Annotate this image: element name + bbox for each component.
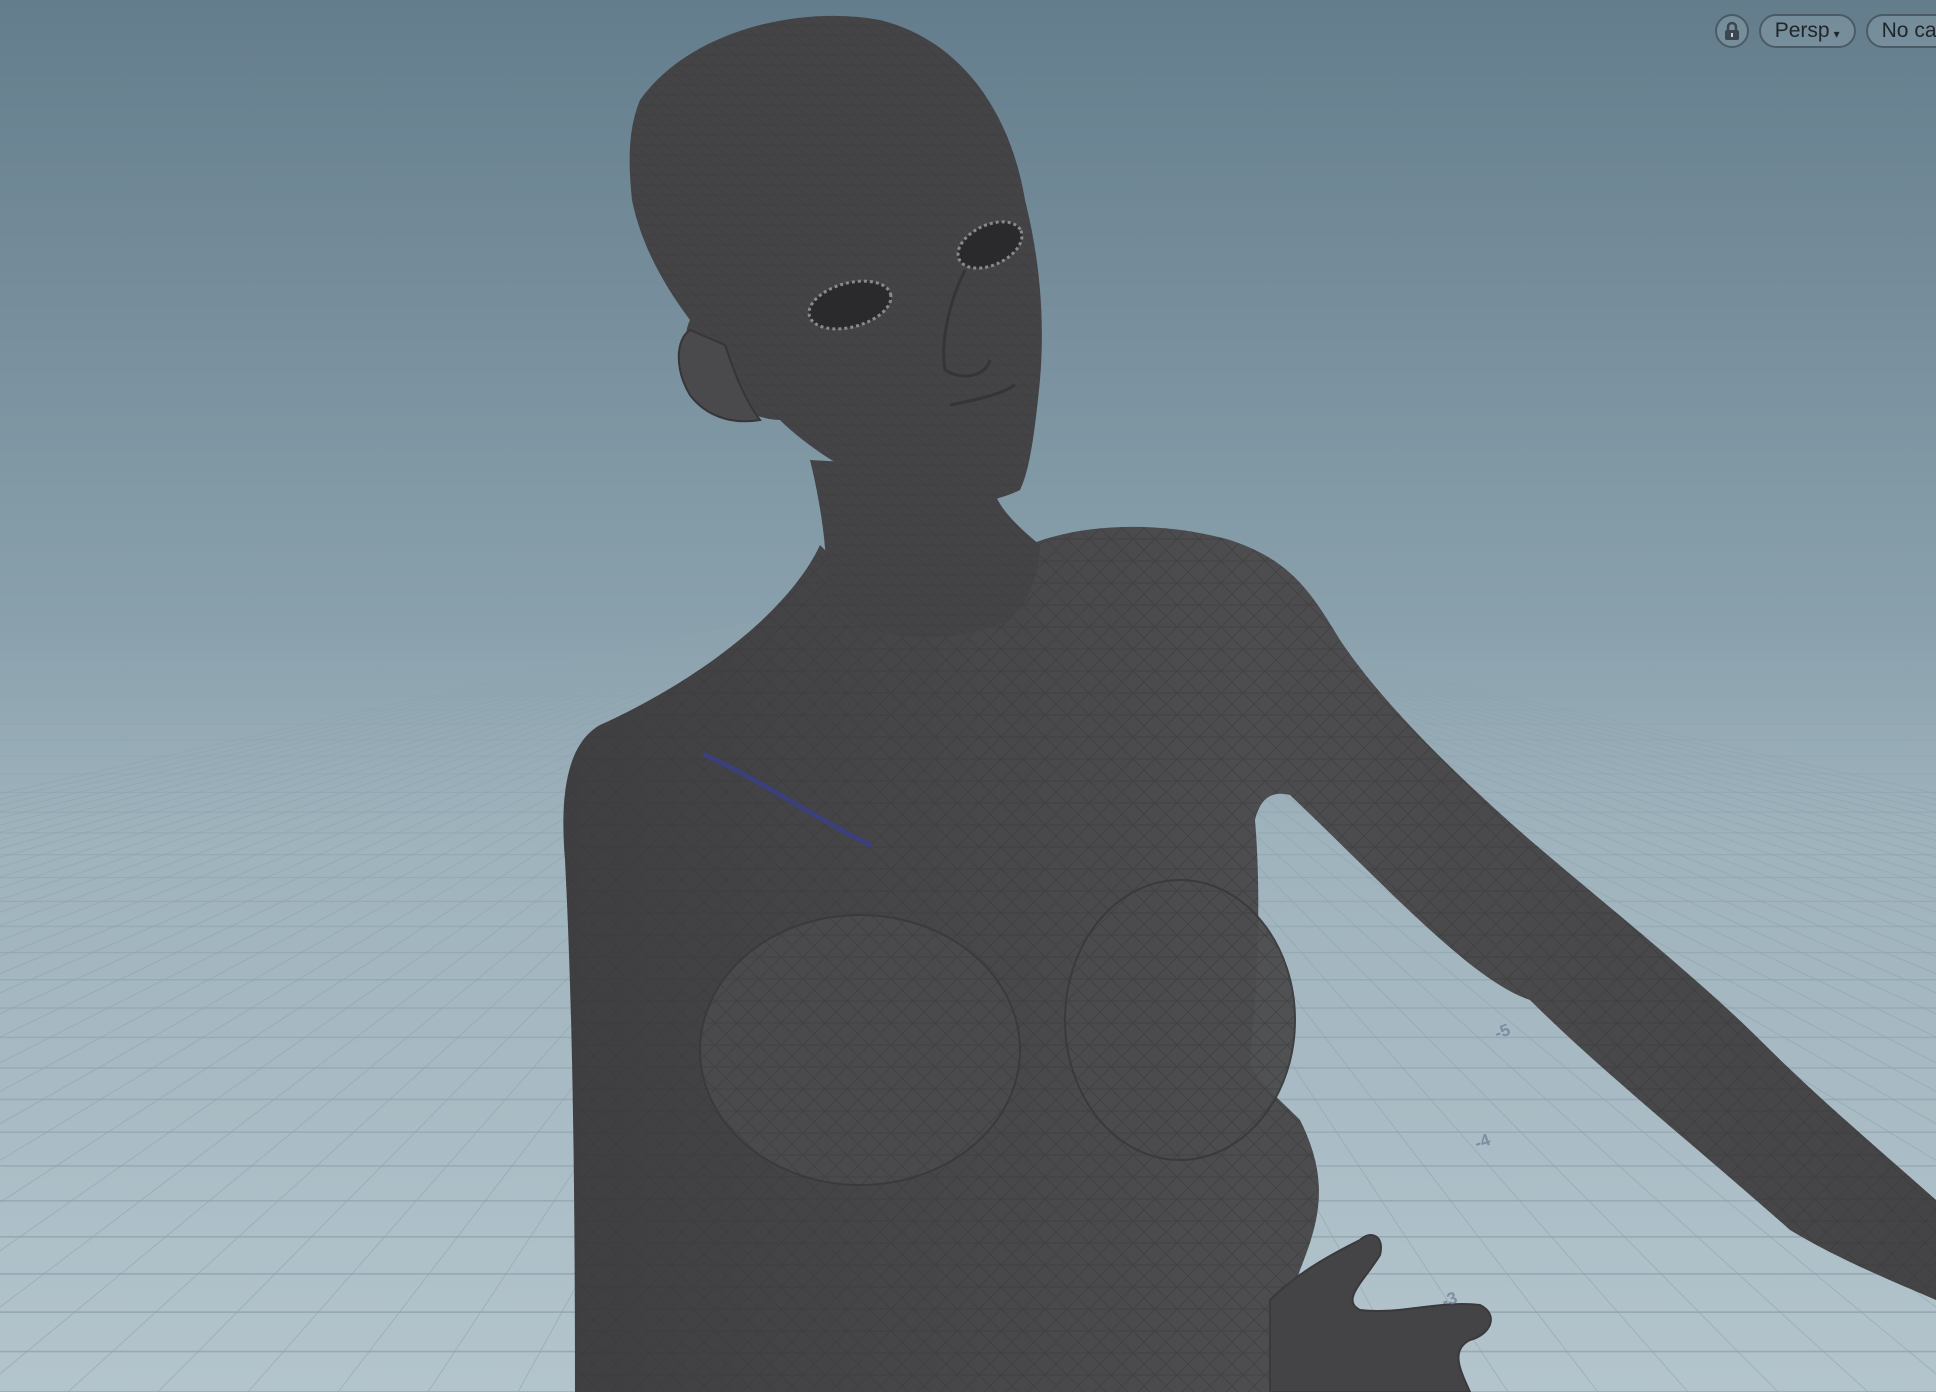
viewport-toolbar: Persp ▾ No cam <box>1714 14 1936 48</box>
lock-camera-button[interactable] <box>1714 14 1749 48</box>
camera-select-dropdown[interactable]: No cam <box>1865 14 1936 48</box>
camera-mode-dropdown[interactable]: Persp ▾ <box>1758 14 1856 48</box>
chevron-down-icon: ▾ <box>1833 27 1840 41</box>
3d-viewport[interactable]: -5 -4 -3 Persp ▾ No cam <box>0 0 1936 1392</box>
lock-icon <box>1724 21 1739 40</box>
camera-mode-label: Persp <box>1774 19 1830 42</box>
camera-select-label: No cam <box>1881 19 1936 42</box>
scene-canvas[interactable] <box>0 0 1936 1392</box>
